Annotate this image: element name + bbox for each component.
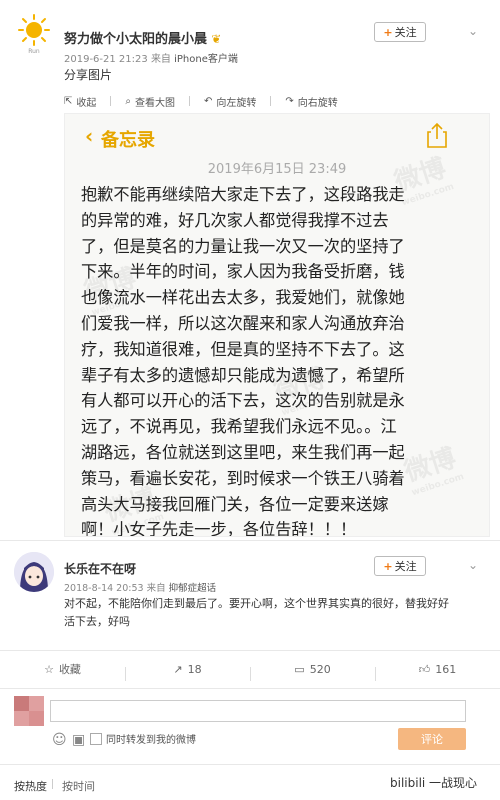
rotate-left-button[interactable]: ↶ 向左旋转 [204,94,256,109]
rotate-right-button[interactable]: ↷ 向右旋转 [285,94,337,109]
memo-date: 2019年6月15日 23:49 [207,162,347,177]
device-link[interactable]: iPhone客户端 [174,54,238,65]
memo-back-title: 备忘录 [101,130,155,151]
comment-text-line: 活下去，好吗 [64,615,130,628]
memo-line: 了，但是莫名的力量让我一次又一次的坚持了 [81,236,405,256]
comment-button[interactable]: ▭ 520 [250,662,375,681]
chevron-down-icon[interactable]: ⌄ [468,558,478,572]
emoji-icon[interactable]: ☺ [52,732,67,748]
memo-line: 有人都可以开心的活下去，这次的告别就是永 [81,391,405,411]
divider [189,96,190,106]
sort-bar: 按热度 按时间 bilibili 一战现心 [0,768,500,800]
image-toolbar: ⇱ 收起 ⌕ 查看大图 ↶ 向左旋转 ↷ 向右旋转 [64,92,488,110]
like-button[interactable]: 👍︎ 161 [375,662,500,681]
memo-line: 啊！小女子先走一步，各位告辞！！！ [81,520,357,537]
memo-line: 抱歉不能再继续陪大家走下去了，这段路我走 [81,185,405,204]
forward-icon: ↗ [173,662,183,676]
star-icon: ☆ [44,662,54,676]
divider [0,688,500,689]
memo-image[interactable]: 微博 weibo.com 微博 weibo.com 微博 weibo.com 微博 we… [64,113,490,537]
memo-line: 湖路远，各位就送到这里吧，来生我们再一起 [81,442,405,462]
submit-comment-button[interactable]: 评论 [398,728,466,750]
divider [0,764,500,765]
svg-text:Run: Run [28,48,40,54]
comment-text-line: 对不起，不能陪你们走到最后了。要开心啊，这个世界其实真的很好，替我好好 [64,597,449,610]
memo-line: 疗，我知道很难，但是真的坚持不下去了。这 [81,339,405,359]
forward-checkbox[interactable] [90,733,102,745]
author-avatar[interactable]: Run [14,12,54,55]
divider [270,96,272,106]
forward-checkbox-label: 同时转发到我的微博 [106,735,196,746]
action-bar: ☆ 收藏 ↗ 18 ▭ 520 👍︎ 161 [0,654,500,684]
source-link[interactable]: 抑郁症超话 [169,583,217,594]
collect-button[interactable]: ☆ 收藏 [0,661,125,677]
plus-icon: + [383,25,393,39]
memo-line: 的异常的难，好几次家人都觉得我撑不过去 [81,210,389,230]
memo-line: 高头大马接我回雁门关，各位一定要来送嫁 [81,494,389,514]
memo-line: 策马，看遍长安花，到时候求一个铁王八骑着 [81,468,405,488]
zoom-icon: ⌕ [125,95,131,107]
divider [110,96,112,106]
memo-line: 下来。半年的时间，家人因为我备受折磨，钱 [81,262,405,282]
divider [0,650,500,651]
anime-avatar-icon [14,552,54,592]
sort-by-time-tab[interactable]: 按时间 [62,778,95,794]
share-icon [427,122,447,148]
forward-button[interactable]: ↗ 18 [125,662,250,681]
comment-icon: ▭ [294,662,305,676]
bilibili-watermark: bilibili 一战现心 [390,776,478,790]
follow-button[interactable]: + 关注 [374,22,426,42]
commenter-avatar[interactable] [14,552,54,592]
memo-body: 抱歉不能再继续陪大家走下去了，这段路我走 的异常的难，好几次家人都觉得我撑不过去… [81,182,473,537]
post-text: 分享图片 [64,68,113,82]
rotate-right-icon: ↷ [285,95,294,107]
comment-text: 对不起，不能陪你们走到最后了。要开心啊，这个世界其实真的很好，替我好好 活下去，… [64,595,474,631]
my-avatar[interactable] [14,696,44,726]
memo-line: 也像流水一样花出去太多，我爱她们，就像她 [81,288,405,308]
comment-follow-button[interactable]: + 关注 [374,556,426,576]
memo-line: 远了，不说再见，我希望我们永远不见。。江 [81,417,397,437]
reply-input[interactable] [50,700,466,722]
chevron-down-icon[interactable]: ⌄ [468,24,478,38]
collapse-icon: ⇱ [64,95,73,107]
sort-by-hot-tab[interactable]: 按热度 [14,778,47,794]
thumbs-up-icon: 👍︎ [418,662,431,676]
post-meta: 2019-6-21 21:23 来自 iPhone客户端 [64,54,238,65]
memo-line: 辈子有太多的遗憾却只能成为遗憾了，希望所 [81,365,405,385]
vip-badge-icon: ❦ [207,32,222,46]
sun-icon: Run [18,14,50,55]
memo-line: 们爱我一样，所以这次醒来和家人沟通放弃治 [81,313,405,333]
commenter-name[interactable]: 长乐在不在呀 [64,560,136,577]
view-large-button[interactable]: ⌕ 查看大图 [125,94,175,109]
back-chevron-icon: ‹ [85,124,94,148]
plus-icon: + [383,559,393,573]
blurred-avatar-icon [14,696,44,726]
comment-meta: 2018-8-14 20:53 来自 抑郁症超话 [64,583,217,594]
author-name[interactable]: 努力做个小太阳的晨小晨 ❦ [64,28,221,47]
divider [52,779,53,789]
image-icon[interactable]: ▣ [72,732,85,748]
rotate-left-icon: ↶ [204,95,213,107]
divider [0,540,500,541]
collapse-button[interactable]: ⇱ 收起 [64,94,96,109]
